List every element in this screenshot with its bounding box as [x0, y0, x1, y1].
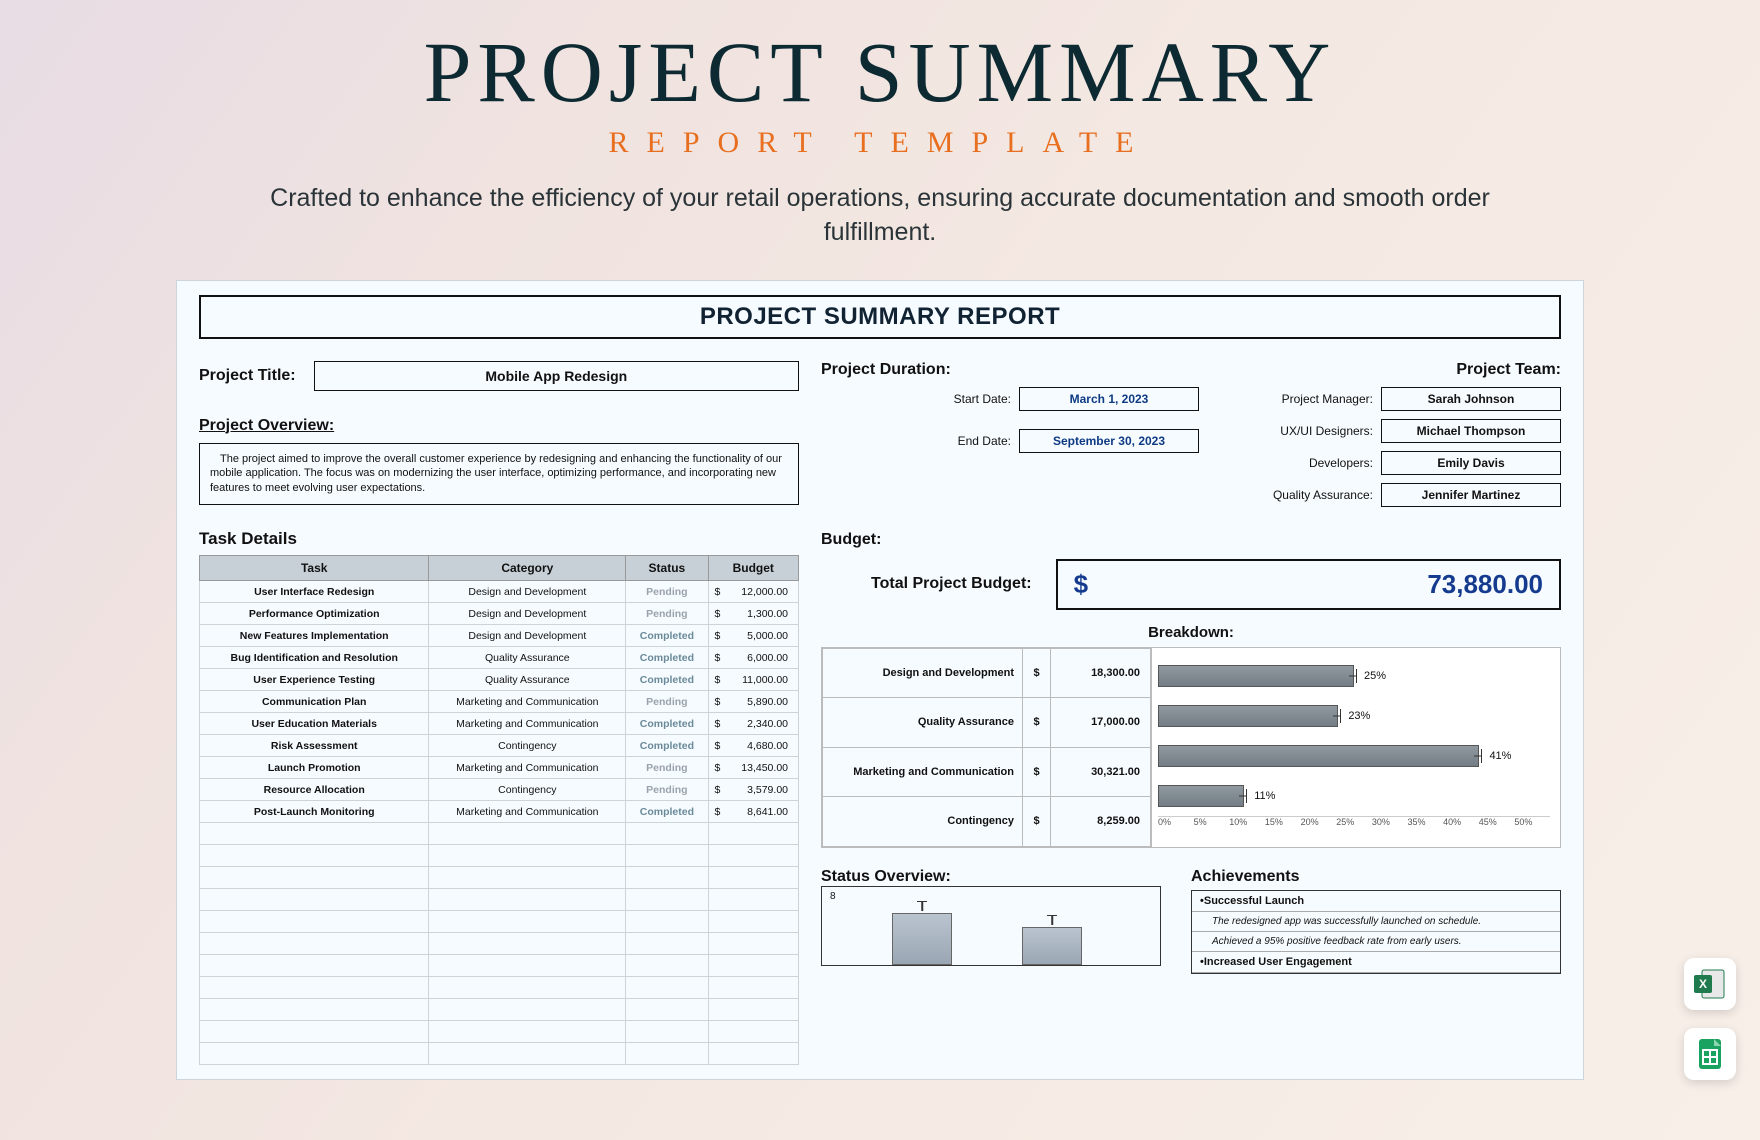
table-row-empty: [200, 911, 799, 933]
table-row: Launch PromotionMarketing and Communicat…: [200, 757, 799, 779]
table-row-empty: [200, 823, 799, 845]
task-header: Category: [429, 556, 626, 581]
table-row-empty: [200, 1021, 799, 1043]
table-row: Resource AllocationContingencyPending$3,…: [200, 779, 799, 801]
svg-text:X: X: [1699, 977, 1707, 991]
sheets-icon[interactable]: [1684, 1028, 1736, 1080]
axis-tick: 35%: [1407, 817, 1443, 827]
overview-label: Project Overview:: [199, 417, 799, 435]
table-row: Post-Launch MonitoringMarketing and Comm…: [200, 801, 799, 823]
hero-header: PROJECT SUMMARY REPORT TEMPLATE Crafted …: [0, 0, 1760, 250]
breakdown-bar: 23%: [1158, 696, 1550, 736]
team-row: UX/UI Designers:Michael Thompson: [1221, 419, 1561, 443]
team-row: Developers:Emily Davis: [1221, 451, 1561, 475]
axis-tick: 0%: [1158, 817, 1194, 827]
tasks-table: TaskCategoryStatusBudget User Interface …: [199, 555, 799, 1065]
hero-subtitle: REPORT TEMPLATE: [0, 126, 1760, 160]
breakdown-row: Quality Assurance$17,000.00: [823, 698, 1151, 748]
doc-title: PROJECT SUMMARY REPORT: [199, 295, 1561, 339]
axis-tick: 50%: [1514, 817, 1550, 827]
table-row: User Education MaterialsMarketing and Co…: [200, 713, 799, 735]
table-row-empty: [200, 933, 799, 955]
table-row: User Experience TestingQuality Assurance…: [200, 669, 799, 691]
overview-text: The project aimed to improve the overall…: [199, 443, 799, 506]
total-budget-label: Total Project Budget:: [871, 575, 1032, 593]
budget-label: Budget:: [821, 531, 1561, 549]
breakdown-bar: 41%: [1158, 736, 1550, 776]
tasks-heading: Task Details: [199, 529, 799, 549]
breakdown-row: Contingency$8,259.00: [823, 797, 1151, 847]
end-date-value: September 30, 2023: [1019, 429, 1199, 453]
breakdown-chart: 25%23%41%11% 0%5%10%15%20%25%30%35%40%45…: [1151, 648, 1560, 847]
breakdown-row: Marketing and Communication$30,321.00: [823, 747, 1151, 797]
start-date-label: Start Date:: [954, 392, 1011, 406]
breakdown-bar: 11%: [1158, 776, 1550, 816]
breakdown-row: Design and Development$18,300.00: [823, 648, 1151, 698]
table-row: Risk AssessmentContingencyCompleted$4,68…: [200, 735, 799, 757]
start-date-value: March 1, 2023: [1019, 387, 1199, 411]
axis-tick: 5%: [1194, 817, 1230, 827]
axis-tick: 30%: [1372, 817, 1408, 827]
app-icons-group: X: [1684, 958, 1736, 1080]
axis-tick: 25%: [1336, 817, 1372, 827]
table-row: Bug Identification and ResolutionQuality…: [200, 647, 799, 669]
axis-tick: 45%: [1479, 817, 1515, 827]
table-row-empty: [200, 889, 799, 911]
duration-label: Project Duration:: [821, 361, 1199, 379]
end-date-label: End Date:: [958, 434, 1011, 448]
table-row-empty: [200, 955, 799, 977]
status-ytick: 8: [830, 891, 836, 902]
team-row: Project Manager:Sarah Johnson: [1221, 387, 1561, 411]
achievements-box: •Successful LaunchThe redesigned app was…: [1191, 890, 1561, 974]
achievement-item: The redesigned app was successfully laun…: [1192, 912, 1560, 932]
currency-symbol: $: [1074, 569, 1088, 600]
team-row: Quality Assurance:Jennifer Martinez: [1221, 483, 1561, 507]
table-row: User Interface RedesignDesign and Develo…: [200, 581, 799, 603]
table-row: Performance OptimizationDesign and Devel…: [200, 603, 799, 625]
task-header: Task: [200, 556, 429, 581]
table-row-empty: [200, 977, 799, 999]
axis-tick: 15%: [1265, 817, 1301, 827]
team-label: Project Team:: [1221, 361, 1561, 379]
breakdown-bar: 25%: [1158, 656, 1550, 696]
breakdown-label: Breakdown:: [821, 624, 1561, 641]
excel-icon[interactable]: X: [1684, 958, 1736, 1010]
axis-tick: 40%: [1443, 817, 1479, 827]
total-budget-value: 73,880.00: [1427, 569, 1543, 600]
project-title-label: Project Title:: [199, 367, 296, 385]
total-budget-box: $ 73,880.00: [1056, 559, 1561, 610]
document-preview: PROJECT SUMMARY REPORT Project Title: Mo…: [176, 280, 1584, 1081]
achievement-item: Achieved a 95% positive feedback rate fr…: [1192, 932, 1560, 952]
hero-title: PROJECT SUMMARY: [0, 22, 1760, 122]
breakdown-section: Design and Development$18,300.00Quality …: [821, 647, 1561, 848]
hero-description: Crafted to enhance the efficiency of you…: [240, 182, 1520, 250]
achievement-head: •Successful Launch: [1192, 891, 1560, 912]
status-chart: 8: [821, 886, 1161, 966]
table-row-empty: [200, 867, 799, 889]
task-header: Status: [626, 556, 708, 581]
axis-tick: 20%: [1301, 817, 1337, 827]
table-row: New Features ImplementationDesign and De…: [200, 625, 799, 647]
table-row-empty: [200, 1043, 799, 1065]
project-title-value: Mobile App Redesign: [314, 361, 799, 391]
table-row-empty: [200, 845, 799, 867]
achievement-head: •Increased User Engagement: [1192, 952, 1560, 973]
achievements-label: Achievements: [1191, 868, 1561, 886]
task-header: Budget: [708, 556, 798, 581]
table-row-empty: [200, 999, 799, 1021]
axis-tick: 10%: [1229, 817, 1265, 827]
status-overview-label: Status Overview:: [821, 868, 1161, 886]
table-row: Communication PlanMarketing and Communic…: [200, 691, 799, 713]
